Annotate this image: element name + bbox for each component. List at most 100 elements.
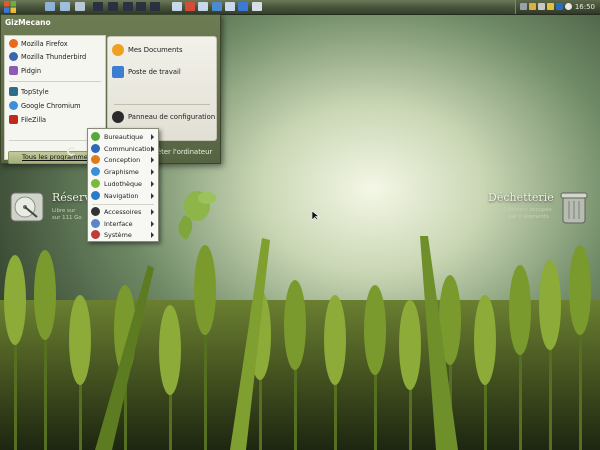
wheat-ear bbox=[324, 295, 346, 385]
trash-gadget-items: par 0 éléments bbox=[508, 214, 549, 220]
submenu-item-label: Conception bbox=[104, 156, 141, 164]
quicklaunch-desktop-icon[interactable] bbox=[45, 2, 55, 11]
submenu-item-label: Accessoires bbox=[104, 208, 142, 216]
submenu-item-graphisme[interactable]: Graphisme bbox=[90, 166, 156, 178]
control-panel-icon bbox=[112, 111, 124, 123]
submenu-item-label: Communication bbox=[104, 145, 155, 153]
pinned-item-thunderbird[interactable]: Mozilla Thunderbird bbox=[7, 51, 103, 63]
submenu-item-label: Ludothèque bbox=[104, 180, 142, 188]
arrow-right-icon bbox=[151, 169, 154, 175]
arrow-right-icon bbox=[151, 209, 154, 215]
submenu-item-label: Bureautique bbox=[104, 133, 144, 141]
submenu-item-label: Interface bbox=[104, 220, 133, 228]
wheat-ear bbox=[194, 245, 216, 335]
tray-window-icon[interactable] bbox=[538, 3, 545, 10]
design-icon bbox=[91, 155, 100, 164]
quicklaunch-app-icon[interactable] bbox=[238, 2, 248, 11]
logoff-icon[interactable] bbox=[67, 147, 76, 156]
quicklaunch-app-icon[interactable] bbox=[93, 2, 103, 11]
quicklaunch-app-icon[interactable] bbox=[185, 2, 195, 11]
wheat-ear bbox=[539, 260, 561, 350]
tray-folder-icon[interactable] bbox=[529, 3, 536, 10]
documents-icon bbox=[112, 44, 124, 56]
wheat-ear bbox=[569, 245, 591, 335]
pidgin-icon bbox=[9, 66, 18, 75]
recent-item-chromium[interactable]: Google Chromium bbox=[7, 100, 103, 112]
submenu-item-ludotheque[interactable]: Ludothèque bbox=[90, 178, 156, 190]
wheat-ear bbox=[69, 295, 91, 385]
quicklaunch-window-icon[interactable] bbox=[225, 2, 235, 11]
places-item-documents[interactable]: Mes Documents bbox=[111, 42, 215, 58]
wheat-ear bbox=[4, 255, 26, 345]
computer-icon bbox=[112, 66, 124, 78]
wheat-ear bbox=[474, 295, 496, 385]
hard-drive-icon[interactable] bbox=[9, 190, 45, 224]
wheat-ear bbox=[284, 280, 306, 370]
menu-separator bbox=[9, 81, 101, 82]
mouse-cursor-icon bbox=[312, 211, 320, 221]
taskbar: 16:50 bbox=[0, 0, 600, 15]
submenu-item-navigation[interactable]: Navigation bbox=[90, 190, 156, 202]
clock[interactable]: 16:50 bbox=[575, 1, 595, 13]
submenu-item-systeme[interactable]: Système bbox=[90, 229, 156, 241]
games-icon bbox=[91, 179, 100, 188]
quicklaunch-window-icon[interactable] bbox=[198, 2, 208, 11]
drive-gadget-total: sur 111 Go bbox=[52, 215, 82, 221]
pinned-item-label: Mozilla Firefox bbox=[21, 40, 68, 48]
thunderbird-icon bbox=[9, 52, 18, 61]
recent-item-filezilla[interactable]: FileZilla bbox=[7, 114, 103, 126]
pinned-item-pidgin[interactable]: Pidgin bbox=[7, 65, 103, 77]
submenu-item-bureautique[interactable]: Bureautique bbox=[90, 131, 156, 143]
quicklaunch-window-icon[interactable] bbox=[252, 2, 262, 11]
quicklaunch-app-icon[interactable] bbox=[108, 2, 118, 11]
quicklaunch-window-icon[interactable] bbox=[172, 2, 182, 11]
drive-gadget-free: Libre sur bbox=[52, 208, 76, 214]
quicklaunch-app-icon[interactable] bbox=[136, 2, 146, 11]
wheat-ear bbox=[509, 265, 531, 355]
menu-separator bbox=[92, 204, 154, 205]
arrow-right-icon bbox=[151, 181, 154, 187]
system-tray: 16:50 bbox=[515, 0, 600, 14]
recent-item-topstyle[interactable]: TopStyle bbox=[7, 86, 103, 98]
submenu-item-conception[interactable]: Conception bbox=[90, 154, 156, 166]
start-menu-places-pane: Mes Documents Poste de travail Panneau d… bbox=[107, 36, 217, 141]
quicklaunch-window-icon[interactable] bbox=[75, 2, 85, 11]
pinned-item-firefox[interactable]: Mozilla Firefox bbox=[7, 38, 103, 50]
tray-network-icon[interactable] bbox=[520, 3, 527, 10]
submenu-item-accessoires[interactable]: Accessoires bbox=[90, 206, 156, 218]
arrow-right-icon bbox=[151, 232, 154, 238]
trash-gadget-title: Déchetterie bbox=[488, 191, 554, 204]
places-item-computer[interactable]: Poste de travail bbox=[111, 64, 215, 80]
quicklaunch-app-icon[interactable] bbox=[212, 2, 222, 11]
wheat-ear bbox=[159, 305, 181, 395]
interface-icon bbox=[91, 219, 100, 228]
trash-gadget-files: 0 fichiers occupés bbox=[503, 207, 552, 213]
tray-app-icon[interactable] bbox=[556, 3, 563, 10]
menu-separator bbox=[114, 104, 210, 105]
places-item-control-panel[interactable]: Panneau de configuration bbox=[111, 109, 215, 125]
quicklaunch-app-icon[interactable] bbox=[123, 2, 133, 11]
tray-shield-icon[interactable] bbox=[547, 3, 554, 10]
windows-logo-icon[interactable] bbox=[4, 1, 16, 13]
wheat-ear bbox=[34, 250, 56, 340]
arrow-right-icon bbox=[151, 221, 154, 227]
trash-icon[interactable] bbox=[560, 191, 588, 225]
quicklaunch-explorer-icon[interactable] bbox=[60, 2, 70, 11]
accessories-icon bbox=[91, 207, 100, 216]
arrow-right-icon bbox=[151, 193, 154, 199]
arrow-right-icon bbox=[151, 157, 154, 163]
filezilla-icon bbox=[9, 115, 18, 124]
recent-item-label: Google Chromium bbox=[21, 102, 81, 110]
wheat-ear bbox=[399, 300, 421, 390]
submenu-item-label: Navigation bbox=[104, 192, 139, 200]
system-icon bbox=[91, 230, 100, 239]
places-item-label: Poste de travail bbox=[128, 68, 181, 76]
tray-volume-icon[interactable] bbox=[565, 3, 572, 10]
internet-icon bbox=[91, 191, 100, 200]
submenu-item-label: Graphisme bbox=[104, 168, 139, 176]
places-item-label: Panneau de configuration bbox=[128, 113, 216, 121]
office-icon bbox=[91, 132, 100, 141]
user-name: GizMecano bbox=[5, 18, 51, 27]
quicklaunch-app-icon[interactable] bbox=[150, 2, 160, 11]
recent-item-label: TopStyle bbox=[21, 88, 49, 96]
